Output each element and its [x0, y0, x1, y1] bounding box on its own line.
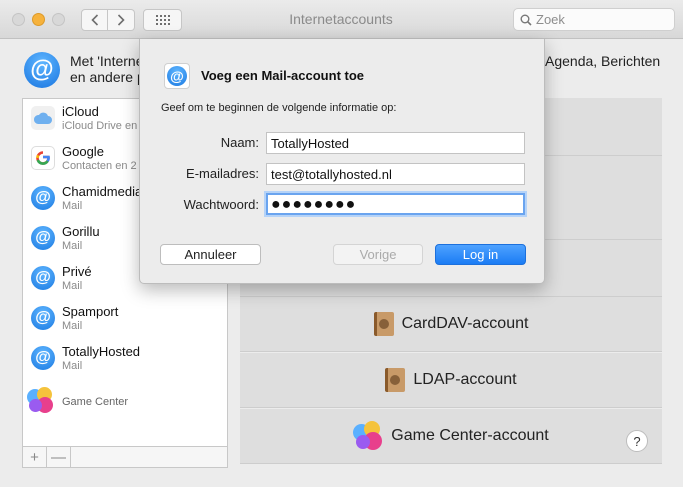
search-field[interactable]: Zoek — [513, 8, 675, 31]
minimize-window-button[interactable] — [32, 13, 45, 26]
list-item[interactable]: @ Spamport Mail — [23, 299, 227, 339]
header-line-1: Met 'Interne — [70, 53, 144, 69]
email-label: E-mailadres: — [186, 166, 259, 181]
account-name: Chamidmedia — [62, 184, 143, 199]
account-subtitle: Mail — [62, 200, 83, 212]
help-button[interactable]: ? — [626, 430, 648, 452]
account-subtitle: Contacten en 2 — [62, 160, 137, 172]
title-bar: Internetaccounts Zoek — [0, 0, 683, 39]
password-label: Wachtwoord: — [183, 197, 259, 212]
password-field[interactable]: ●●●●●●●● — [266, 193, 525, 215]
game-center-icon — [353, 421, 383, 451]
list-item[interactable]: @ TotallyHosted Mail — [23, 339, 227, 379]
provider-label: CardDAV-account — [401, 315, 529, 332]
account-name: Google — [62, 144, 104, 159]
zoom-window-button[interactable] — [52, 13, 65, 26]
remove-account-button[interactable]: — — [47, 447, 71, 467]
game-center-account-button[interactable]: Game Center-account — [240, 409, 662, 464]
add-mail-account-sheet: @ Voeg een Mail-account toe Geef om te b… — [139, 39, 545, 284]
carddav-account-button[interactable]: CardDAV-account — [240, 297, 662, 352]
contacts-book-icon — [385, 368, 406, 392]
close-window-button[interactable] — [12, 13, 25, 26]
mail-icon: @ — [31, 306, 55, 330]
name-field[interactable]: TotallyHosted — [266, 132, 525, 154]
forward-button[interactable] — [108, 9, 135, 31]
internet-accounts-window: Internetaccounts Zoek @ Met 'Interne en … — [0, 0, 683, 487]
name-label: Naam: — [220, 135, 259, 150]
icloud-icon — [31, 106, 55, 130]
log-in-button[interactable]: Log in — [435, 244, 526, 265]
game-center-icon — [27, 387, 55, 413]
account-name: iCloud — [62, 104, 99, 119]
account-name: TotallyHosted — [62, 344, 141, 359]
sheet-title: Voeg een Mail-account toe — [201, 68, 365, 83]
header-line-2: en andere p — [70, 69, 145, 85]
account-name: Privé — [62, 264, 92, 279]
back-button[interactable] — [81, 9, 108, 31]
email-field[interactable]: test@totallyhosted.nl — [266, 163, 525, 185]
mail-icon: @ — [31, 346, 55, 370]
account-subtitle: Mail — [62, 360, 83, 372]
previous-button[interactable]: Vorige — [333, 244, 423, 265]
list-item[interactable]: Game Center — [23, 382, 227, 422]
header-description: Met 'Interne en andere p — [70, 53, 145, 85]
account-subtitle: iCloud Drive en — [62, 120, 138, 132]
google-icon — [31, 146, 55, 170]
account-subtitle: Mail — [62, 320, 83, 332]
ldap-account-button[interactable]: LDAP-account — [240, 353, 662, 408]
internet-accounts-icon: @ — [24, 52, 60, 88]
window-title: Internetaccounts — [289, 11, 393, 27]
mail-icon: @ — [164, 63, 190, 89]
account-subtitle: Mail — [62, 280, 83, 292]
provider-label: LDAP-account — [413, 371, 517, 388]
sheet-intro: Geef om te beginnen de volgende informat… — [161, 102, 397, 114]
header-description-right: Agenda, Berichten — [545, 53, 661, 69]
show-all-button[interactable] — [143, 9, 182, 31]
grid-icon — [155, 15, 170, 25]
account-name: Spamport — [62, 304, 119, 319]
contacts-book-icon — [373, 312, 394, 336]
search-placeholder: Zoek — [536, 12, 565, 27]
account-subtitle: Mail — [62, 240, 83, 252]
chevron-right-icon — [117, 14, 125, 26]
password-value: ●●●●●●●● — [271, 196, 357, 213]
mail-icon: @ — [31, 226, 55, 250]
mail-icon: @ — [31, 186, 55, 210]
chevron-left-icon — [90, 14, 98, 26]
account-name: Game Center — [62, 396, 129, 408]
provider-label: Game Center-account — [391, 427, 549, 444]
list-controls: + — — [22, 446, 228, 468]
account-name: Gorillu — [62, 224, 100, 239]
cancel-button[interactable]: Annuleer — [160, 244, 261, 265]
add-account-button[interactable]: + — [23, 447, 47, 467]
mail-icon: @ — [31, 266, 55, 290]
search-icon — [520, 14, 532, 26]
